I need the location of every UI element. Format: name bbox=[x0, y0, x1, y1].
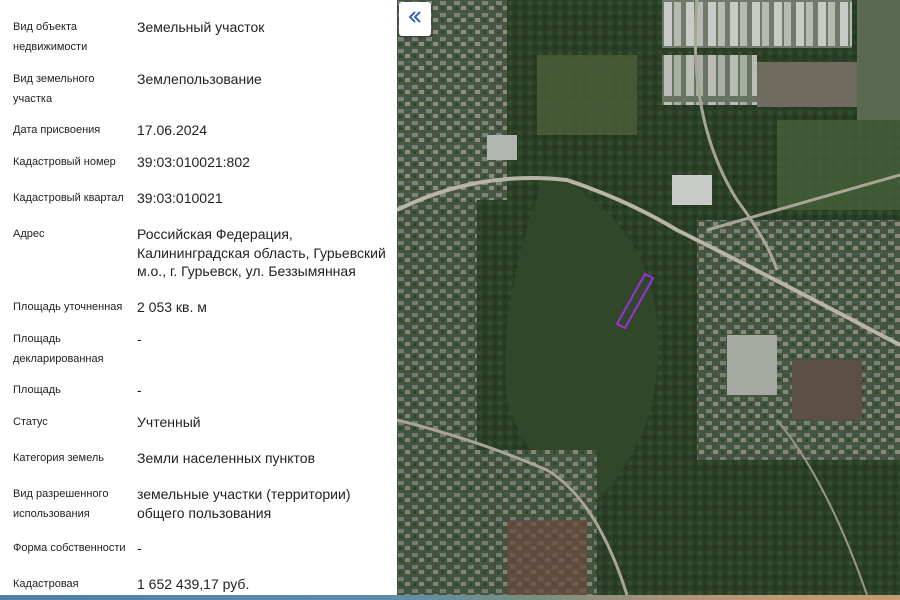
detail-label: Вид объекта недвижимости bbox=[13, 21, 88, 53]
satellite-map[interactable] bbox=[397, 0, 900, 595]
detail-value: Земельный участок bbox=[137, 19, 265, 35]
detail-value: - bbox=[137, 331, 142, 347]
detail-label: Адрес bbox=[13, 228, 45, 240]
detail-label: Площадь декларированная bbox=[13, 333, 104, 365]
detail-value: земельные участки (территории) общего по… bbox=[137, 486, 351, 521]
detail-value: Российская Федерация, Калининградская об… bbox=[137, 226, 386, 279]
detail-label: Вид разрешенного использования bbox=[13, 488, 109, 520]
detail-value: 2 053 кв. м bbox=[137, 299, 207, 315]
detail-label: Дата присвоения bbox=[13, 124, 101, 136]
detail-label: Вид земельного участка bbox=[13, 73, 95, 105]
detail-label: Статус bbox=[13, 416, 48, 428]
detail-label: Кадастровый квартал bbox=[13, 192, 124, 204]
detail-label: Площадь уточненная bbox=[13, 301, 123, 313]
detail-label: Площадь bbox=[13, 384, 61, 396]
detail-label: Форма собственности bbox=[13, 542, 126, 554]
detail-value[interactable]: 39:03:010021 bbox=[137, 189, 387, 208]
detail-label: Категория земель bbox=[13, 452, 104, 464]
detail-value: - bbox=[137, 540, 142, 556]
collapse-panel-button[interactable] bbox=[399, 2, 431, 36]
detail-label: Кадастровая bbox=[13, 578, 79, 590]
detail-value: 1 652 439,17 руб. bbox=[137, 576, 250, 592]
detail-value[interactable]: 39:03:010021:802 bbox=[137, 153, 387, 172]
property-details-panel: Вид объекта недвижимости Земельный участ… bbox=[0, 0, 397, 600]
satellite-imagery bbox=[397, 0, 900, 595]
bottom-edge-strip bbox=[0, 595, 900, 600]
detail-value: Землепользование bbox=[137, 71, 262, 87]
detail-value: 17.06.2024 bbox=[137, 122, 208, 138]
double-chevron-left-icon bbox=[408, 10, 422, 29]
detail-value: Земли населенных пунктов bbox=[137, 450, 316, 466]
detail-value: - bbox=[137, 382, 142, 398]
detail-value: Учтенный bbox=[137, 414, 201, 430]
detail-label: Кадастровый номер bbox=[13, 156, 116, 168]
